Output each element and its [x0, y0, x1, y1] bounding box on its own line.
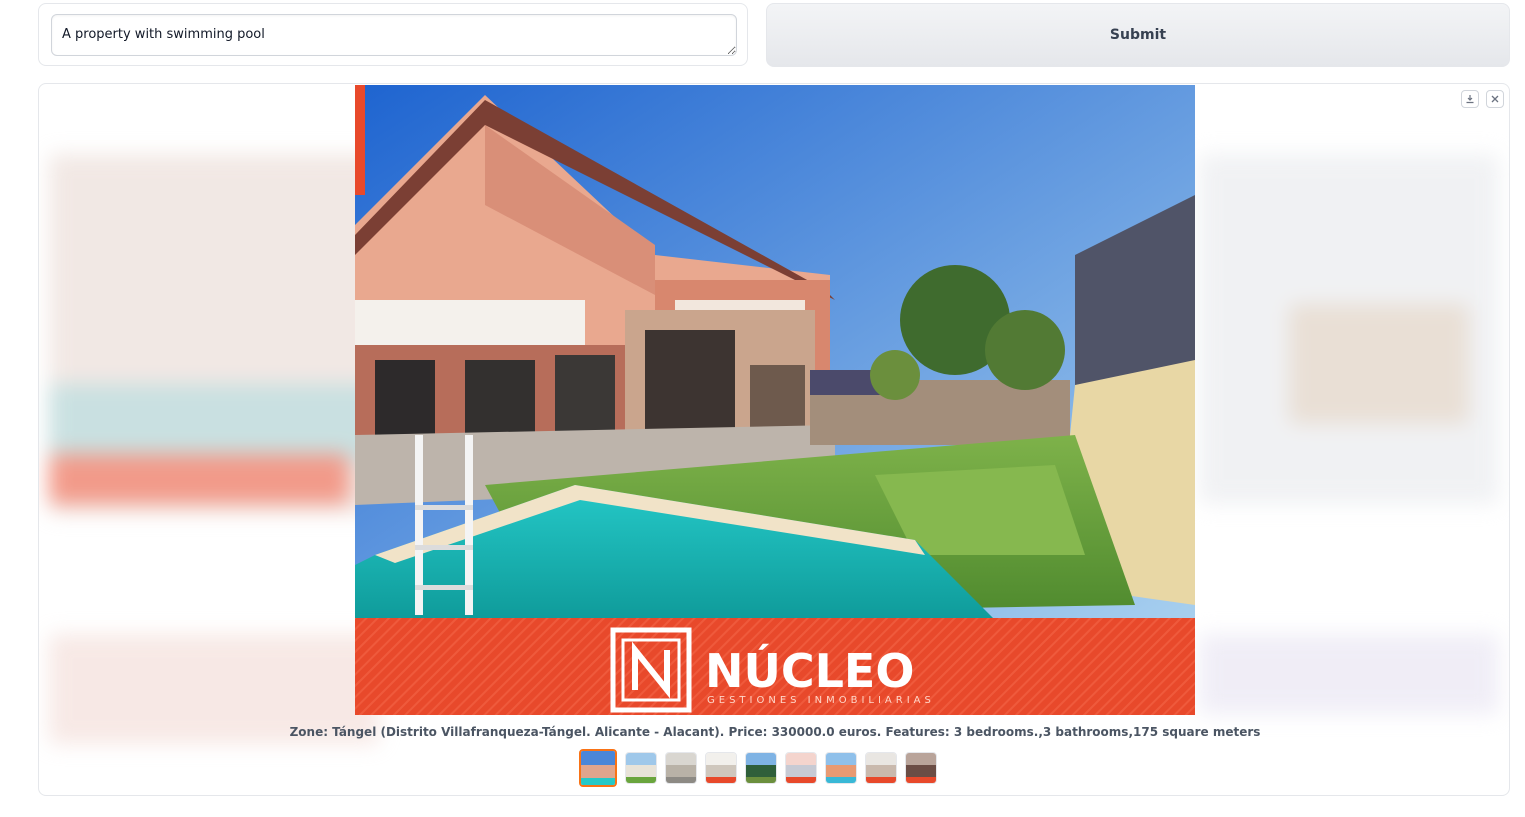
query-input[interactable]	[51, 14, 737, 56]
thumbnail-strip	[579, 749, 937, 787]
thumbnail[interactable]	[665, 752, 697, 784]
brand-logo-subtext: GESTIONES INMOBILIARIAS	[707, 695, 935, 706]
image-gallery: NÚCLEO GESTIONES INMOBILIARIAS Zone: Tán…	[38, 83, 1510, 796]
image-caption: Zone: Tángel (Distrito Villafranqueza-Tá…	[289, 725, 1261, 739]
thumbnail[interactable]	[865, 752, 897, 784]
preview-image: NÚCLEO GESTIONES INMOBILIARIAS	[355, 85, 1195, 715]
thumbnail[interactable]	[579, 749, 617, 787]
thumbnail[interactable]	[625, 752, 657, 784]
thumbnail[interactable]	[825, 752, 857, 784]
submit-button[interactable]: Submit	[766, 3, 1510, 67]
close-icon[interactable]	[1486, 90, 1504, 108]
brand-logo-text: NÚCLEO	[705, 644, 914, 698]
thumbnail[interactable]	[905, 752, 937, 784]
query-panel	[38, 3, 748, 66]
thumbnail[interactable]	[785, 752, 817, 784]
download-icon[interactable]	[1461, 90, 1479, 108]
thumbnail[interactable]	[745, 752, 777, 784]
thumbnail[interactable]	[705, 752, 737, 784]
